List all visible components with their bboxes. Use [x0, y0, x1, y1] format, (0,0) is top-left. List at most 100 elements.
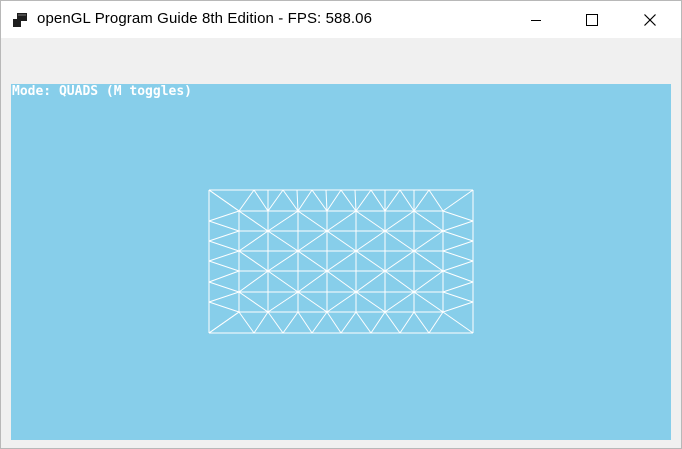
mesh-edge [208, 189, 240, 212]
mesh-edge [238, 210, 269, 232]
mesh-edge [297, 230, 328, 252]
mesh-edge [355, 270, 386, 293]
mesh-edge [297, 250, 328, 272]
mesh-edge [325, 189, 328, 212]
mesh-edge [326, 270, 357, 293]
mesh-edge [442, 281, 474, 293]
mesh-edge [442, 210, 474, 222]
mesh-edge [355, 189, 372, 212]
mesh-edge [311, 311, 328, 334]
mesh-edge [297, 210, 328, 232]
mesh-edge [428, 311, 444, 334]
mesh-edge [238, 189, 255, 212]
mesh-edge [442, 291, 474, 303]
mesh-edge [238, 291, 269, 313]
mesh-edge [297, 270, 328, 293]
mesh-edge [355, 250, 386, 272]
mesh-edge [326, 210, 357, 232]
app-window-icon [13, 13, 27, 27]
mesh-edge [208, 250, 240, 262]
app-window: openGL Program Guide 8th Edition - FPS: … [0, 0, 682, 449]
mesh-edge [267, 311, 284, 334]
mesh-edge [238, 311, 255, 334]
mesh-edge [208, 311, 240, 334]
opengl-viewport[interactable]: Mode: QUADS (M toggles) [11, 84, 671, 440]
mesh-edge [384, 189, 401, 212]
mesh-edge [384, 230, 415, 252]
mesh-edge [354, 189, 357, 212]
close-button[interactable] [627, 1, 673, 38]
mode-hud-text: Mode: QUADS (M toggles) [12, 84, 193, 99]
mesh-edge [384, 291, 415, 313]
mesh-edge [267, 210, 299, 232]
mesh-edge [442, 311, 474, 334]
mesh-edge [326, 230, 357, 252]
mesh-edge [296, 189, 299, 212]
client-area: Mode: QUADS (M toggles) [1, 38, 681, 448]
mesh-edge [355, 291, 386, 313]
mesh-edge [384, 270, 415, 293]
mesh-edge [442, 240, 474, 252]
mesh-edge [384, 210, 415, 232]
mesh-edge [384, 250, 415, 272]
mesh-edge [208, 281, 240, 293]
tessellated-mesh [208, 189, 474, 334]
mesh-edge [208, 301, 240, 313]
mesh-edge [413, 210, 444, 232]
mesh-edge [340, 189, 357, 212]
window-title: openGL Program Guide 8th Edition - FPS: … [37, 10, 373, 27]
mesh-edge [238, 230, 269, 252]
mesh-edge [238, 250, 269, 272]
mesh-edge [267, 189, 284, 212]
mesh-edge [413, 291, 444, 313]
mesh-edge [413, 230, 444, 252]
mesh-edge [384, 311, 401, 334]
mesh-edge [413, 311, 430, 334]
mesh-edge [413, 250, 444, 272]
mesh-edge [208, 220, 240, 232]
mesh-edge [399, 311, 415, 334]
mesh-edge [282, 189, 299, 212]
mesh-edge [442, 230, 474, 242]
mesh-edge [297, 189, 313, 212]
mesh-edge [267, 250, 299, 272]
mesh-edge [311, 189, 328, 212]
mesh-edge [208, 240, 240, 252]
mesh-edge [326, 291, 357, 313]
mesh-edge [267, 291, 299, 313]
mesh-edge [355, 210, 386, 232]
minimize-icon [531, 19, 541, 21]
mesh-edge [413, 270, 444, 293]
mesh-edge [208, 210, 240, 222]
mesh-edge [297, 291, 328, 313]
mesh-edge [442, 260, 474, 272]
mesh-edge [267, 270, 299, 293]
mesh-edge [355, 311, 372, 334]
mesh-edge [326, 189, 342, 212]
minimize-button[interactable] [513, 1, 559, 38]
mesh-edge [326, 311, 342, 334]
mesh-edge [413, 189, 430, 212]
mesh-edge [428, 189, 444, 212]
mesh-edge [282, 311, 299, 334]
mesh-edge [253, 311, 269, 334]
mesh-edge [370, 189, 386, 212]
mesh-edge [442, 301, 474, 313]
mesh-edge [238, 270, 269, 293]
mesh-edge [253, 189, 269, 212]
mesh-edge [208, 260, 240, 272]
close-icon [644, 13, 656, 26]
maximize-button[interactable] [569, 1, 615, 38]
mesh-edge [442, 270, 474, 283]
title-bar[interactable]: openGL Program Guide 8th Edition - FPS: … [1, 1, 681, 38]
mesh-edge [208, 270, 240, 283]
mesh-edge [208, 230, 240, 242]
mesh-edge [355, 230, 386, 252]
mesh-edge [442, 220, 474, 232]
mesh-edge [442, 250, 474, 262]
mesh-edge [267, 230, 299, 252]
mesh-edge [370, 311, 386, 334]
mesh-edge [399, 189, 415, 212]
mesh-edge [297, 311, 313, 334]
maximize-icon [586, 13, 598, 26]
